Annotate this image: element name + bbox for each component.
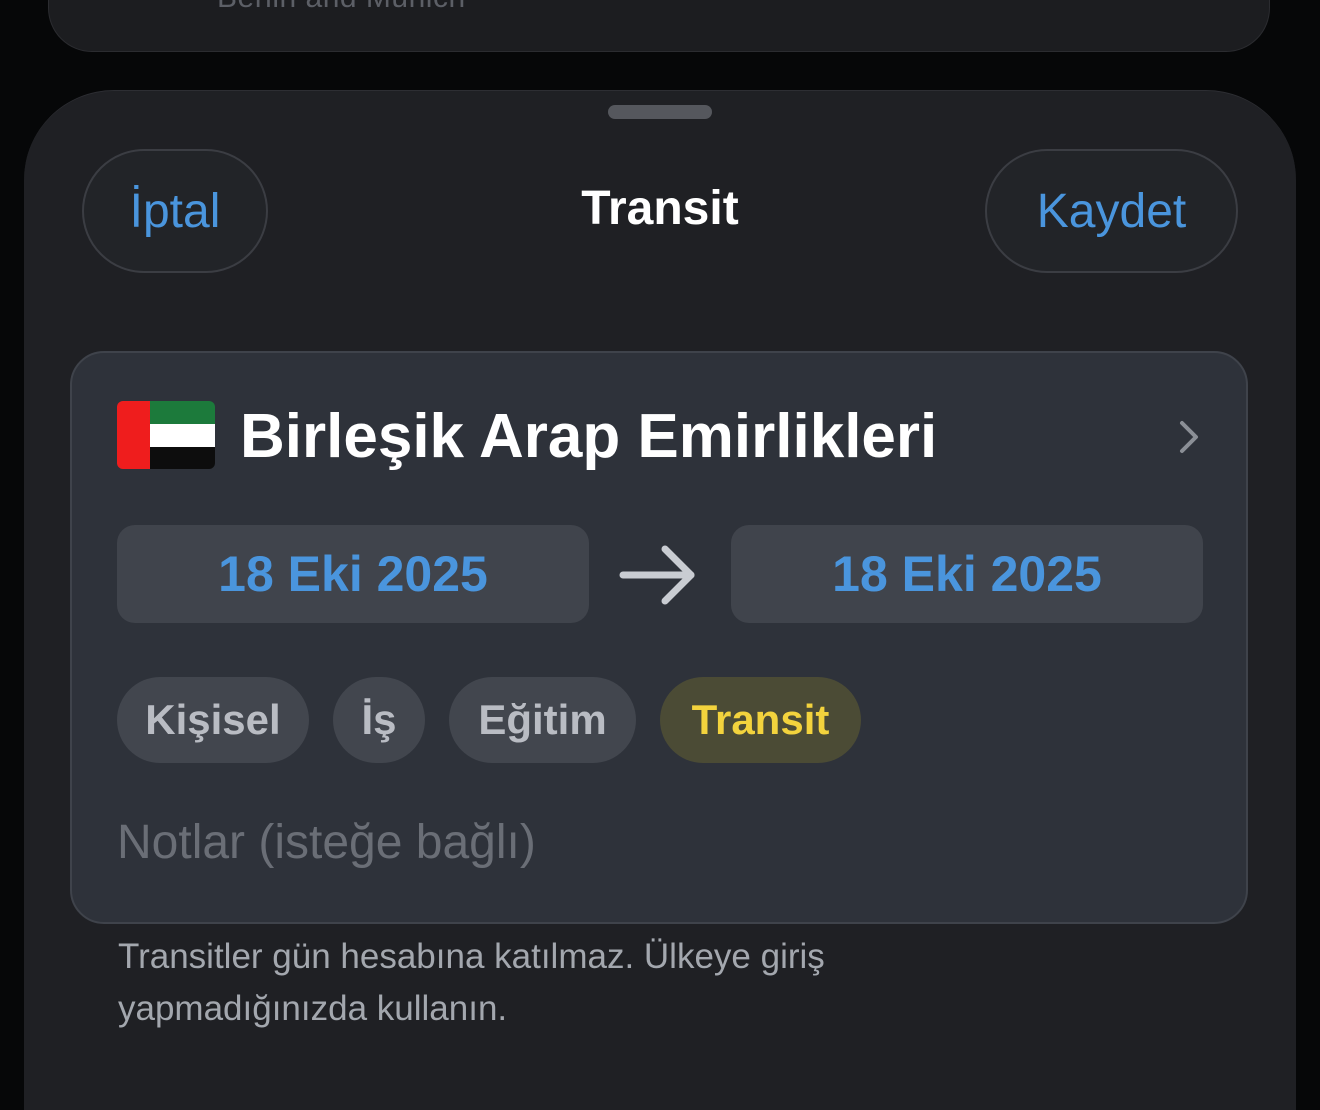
country-name: Birleşik Arap Emirlikleri: [240, 402, 938, 471]
edit-transit-sheet: İptal Transit Kaydet Birleşik Arap Emirl…: [24, 90, 1296, 1110]
chevron-right-icon: [1180, 421, 1198, 453]
arrow-right-icon: [619, 545, 695, 605]
country-selector-row[interactable]: Birleşik Arap Emirlikleri: [72, 353, 1246, 523]
save-button[interactable]: Kaydet: [985, 149, 1238, 273]
start-date-button[interactable]: 18 Eki 2025: [117, 525, 589, 623]
sheet-grabber[interactable]: [608, 105, 712, 119]
background-trip-card[interactable]: Berlin and Munich: [48, 0, 1270, 52]
notes-input[interactable]: Notlar (isteğe bağlı): [117, 815, 1197, 875]
end-date-button[interactable]: 18 Eki 2025: [731, 525, 1203, 623]
uae-flag-icon: [117, 401, 215, 469]
background-trip-card-text: Berlin and Munich: [217, 0, 466, 15]
category-chip-personal[interactable]: Kişisel: [117, 677, 309, 763]
category-chip-education[interactable]: Eğitim: [449, 677, 636, 763]
category-chip-transit[interactable]: Transit: [660, 677, 861, 763]
transit-footnote: Transitler gün hesabına katılmaz. Ülkeye…: [118, 937, 825, 1028]
transit-details-card: Birleşik Arap Emirlikleri 18 Eki 2025 18…: [70, 351, 1248, 924]
category-chip-work[interactable]: İş: [333, 677, 425, 763]
